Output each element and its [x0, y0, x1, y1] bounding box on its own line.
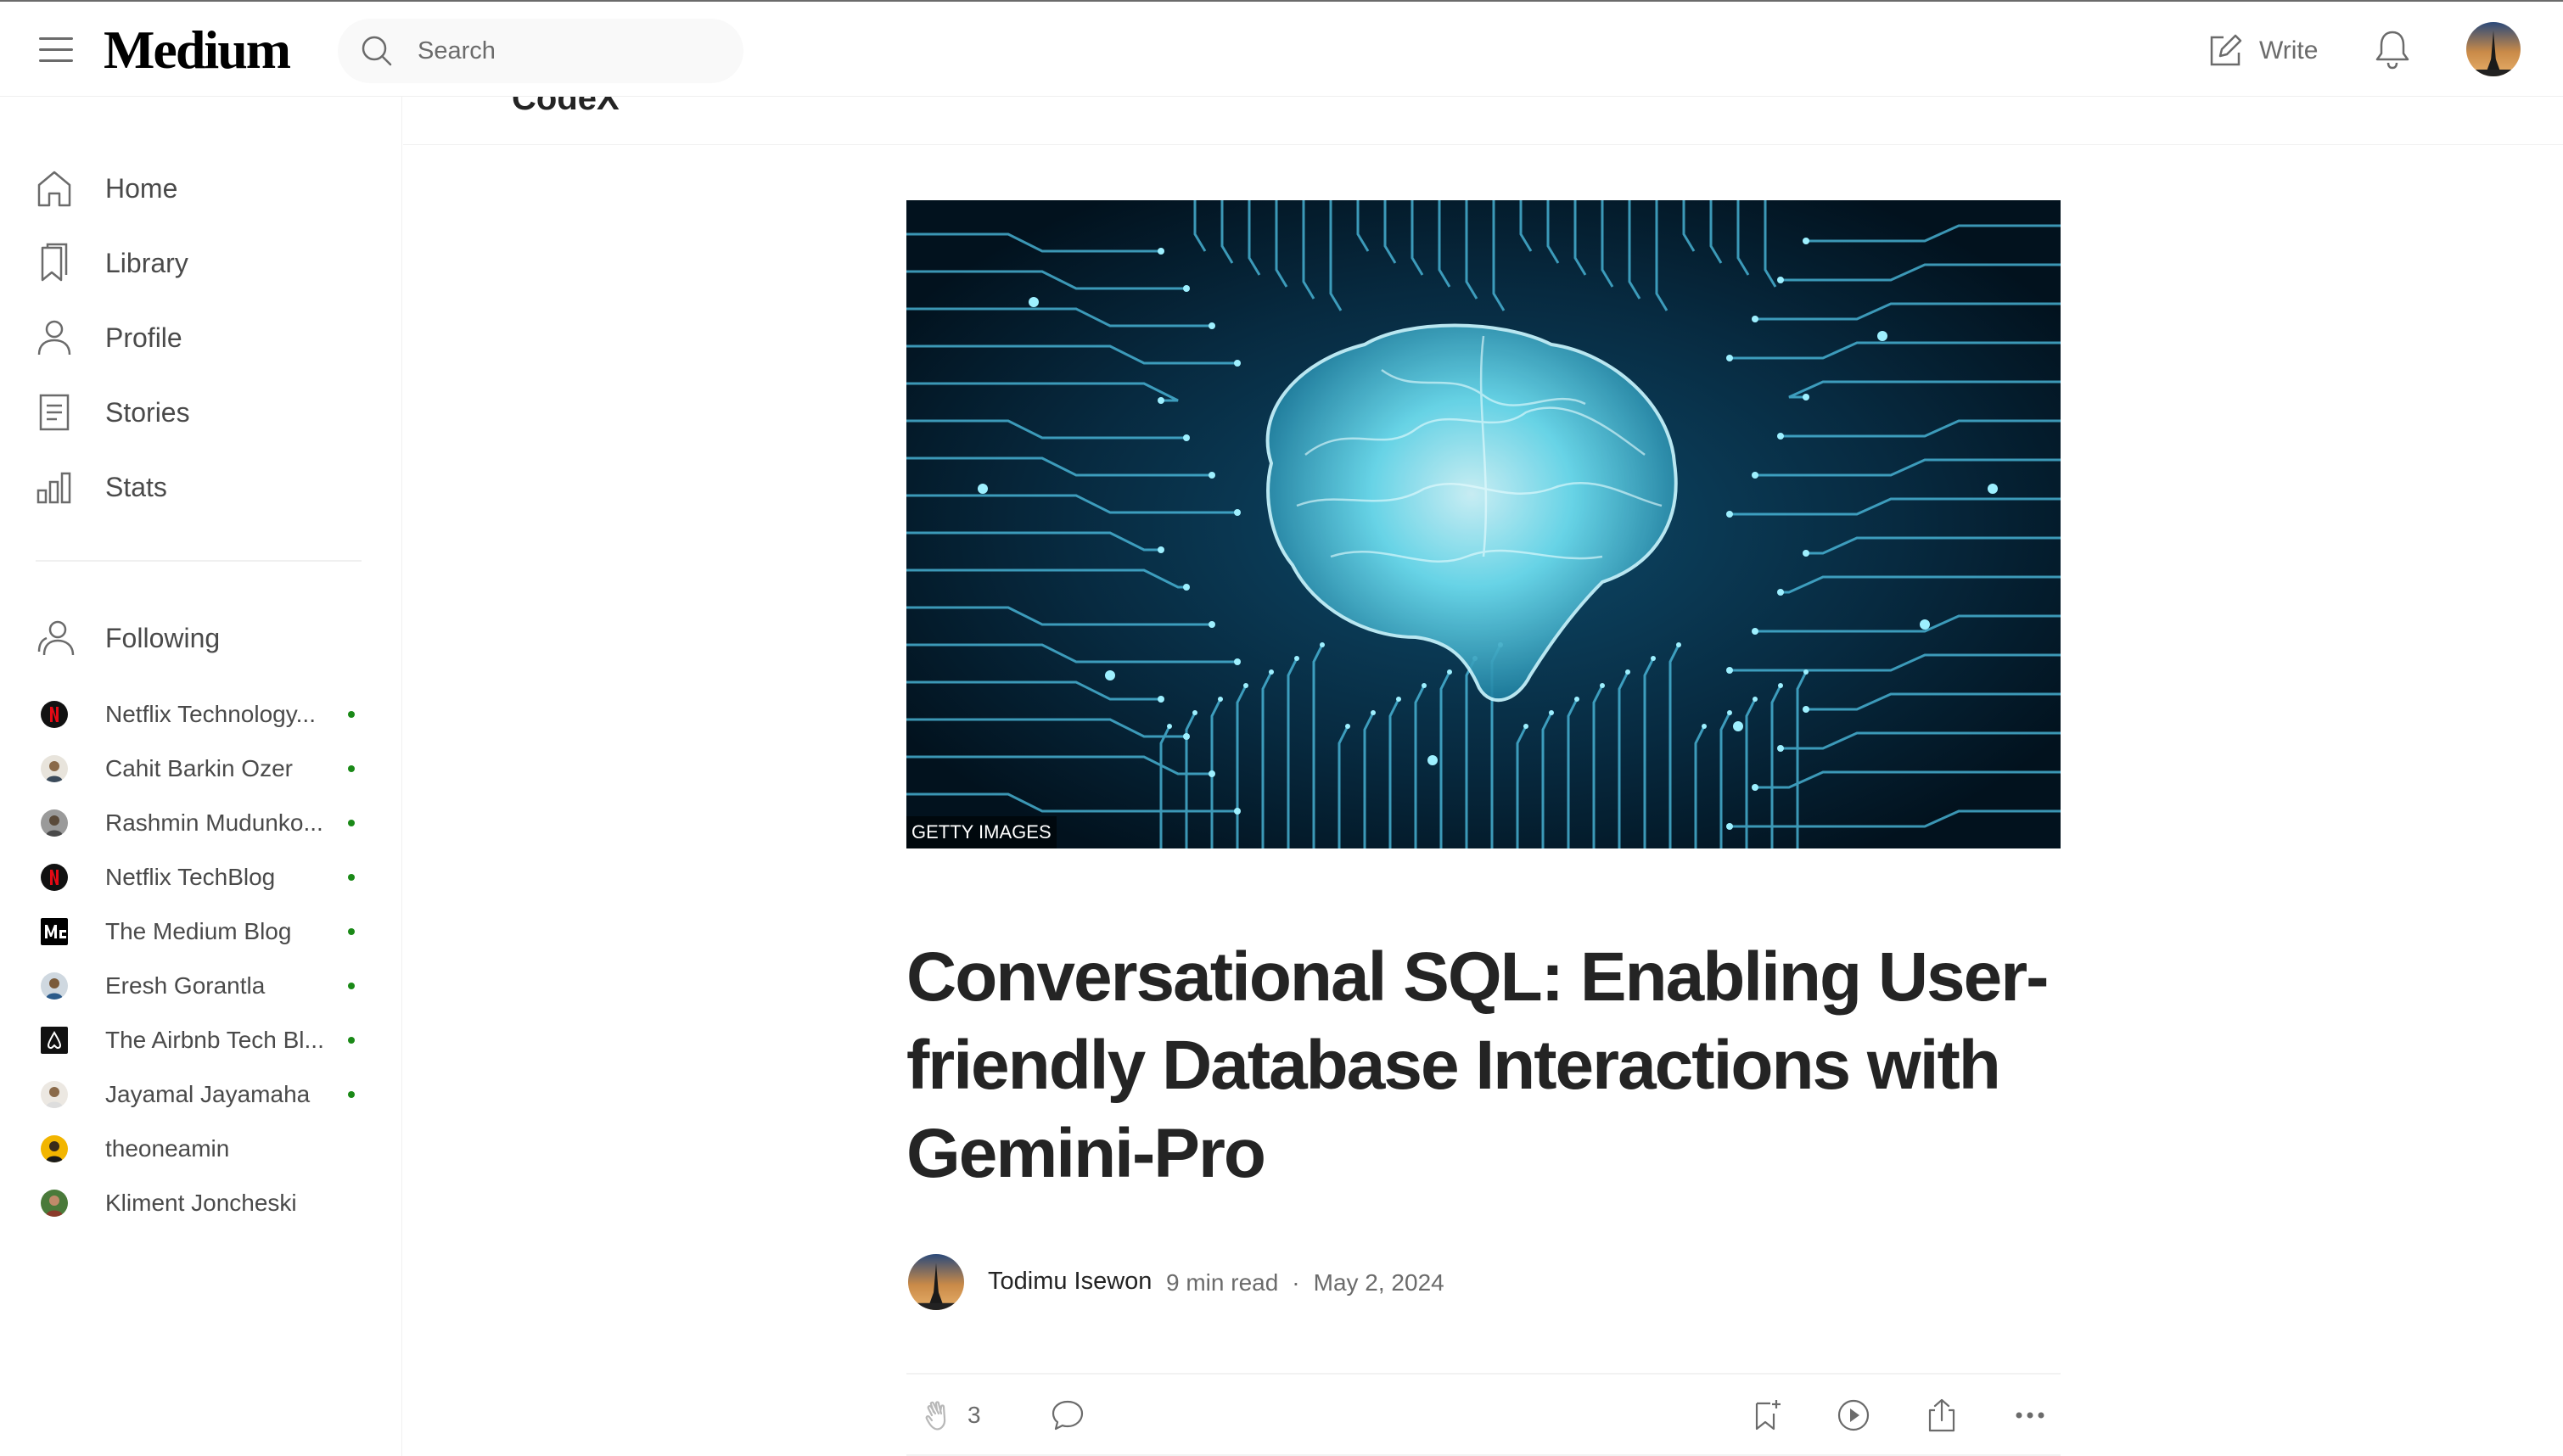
sidebar-item-label: Following	[105, 622, 221, 653]
search-placeholder: Search	[418, 37, 496, 64]
sidebar-item-profile[interactable]: Profile	[36, 312, 182, 363]
sidebar-item-library[interactable]: Library	[36, 238, 188, 288]
sidebar-item-stories[interactable]: Stories	[36, 387, 190, 438]
write-icon	[2210, 34, 2242, 66]
more-options-icon[interactable]	[2011, 1397, 2049, 1434]
bar-chart-icon	[36, 472, 71, 504]
following-item[interactable]: Kliment Joncheski	[41, 1186, 363, 1220]
avatar	[41, 809, 68, 837]
sidebar-item-stats[interactable]: Stats	[36, 462, 167, 512]
sidebar-item-label: Profile	[105, 322, 182, 353]
search-icon	[362, 36, 392, 66]
following-item[interactable]: Netflix Technology...	[41, 697, 363, 731]
new-story-dot	[348, 711, 355, 718]
following-item[interactable]: The Medium Blog	[41, 915, 363, 949]
listen-play-icon[interactable]	[1835, 1397, 1872, 1434]
search-input[interactable]: Search	[338, 19, 743, 83]
user-avatar[interactable]	[2466, 22, 2521, 76]
following-icon	[37, 620, 75, 656]
following-item[interactable]: Netflix TechBlog	[41, 860, 363, 894]
meta-separator: ·	[1292, 1269, 1300, 1296]
top-bar: Medium Search Write	[0, 0, 2563, 97]
following-name: Netflix TechBlog	[105, 864, 276, 890]
netflix-logo-icon	[41, 701, 68, 728]
medium-blog-logo-icon	[41, 918, 68, 945]
following-name: Cahit Barkin Ozer	[105, 755, 293, 781]
following-item[interactable]: theoneamin	[41, 1132, 363, 1166]
sidebar-item-label: Library	[105, 247, 188, 278]
following-item[interactable]: Jayamal Jayamaha	[41, 1078, 363, 1112]
clap-icon[interactable]	[922, 1397, 959, 1434]
following-name: Kliment Joncheski	[105, 1190, 297, 1216]
publication-header: CodeX	[403, 97, 2563, 145]
sidebar-item-label: Home	[105, 172, 178, 204]
new-story-dot	[348, 1037, 355, 1044]
article-byline: Todimu Isewon 9 min read · May 2, 2024	[908, 1254, 2096, 1312]
menu-icon[interactable]	[39, 37, 73, 64]
sidebar: Home Library Profile Stories Stats Follo…	[0, 97, 402, 1456]
publication-name[interactable]: CodeX	[512, 97, 620, 118]
home-icon	[37, 171, 71, 207]
new-story-dot	[348, 928, 355, 935]
avatar	[41, 755, 68, 782]
following-item[interactable]: Eresh Gorantla	[41, 969, 363, 1003]
following-item[interactable]: Cahit Barkin Ozer	[41, 752, 363, 786]
medium-logo[interactable]: Medium	[104, 19, 291, 81]
sidebar-item-following[interactable]: Following	[36, 613, 220, 664]
share-icon[interactable]	[1923, 1397, 1960, 1434]
new-story-dot	[348, 765, 355, 772]
clap-count: 3	[967, 1402, 981, 1428]
article-hero-image	[906, 200, 2061, 848]
user-icon	[37, 320, 71, 356]
netflix-logo-icon	[41, 864, 68, 891]
write-label: Write	[2259, 36, 2319, 64]
following-name: The Medium Blog	[105, 918, 292, 944]
read-time: 9 min read	[1166, 1269, 1279, 1296]
following-name: The Airbnb Tech Bl...	[105, 1027, 324, 1053]
avatar	[41, 972, 68, 1000]
sidebar-item-label: Stories	[105, 396, 190, 428]
article-title: Conversational SQL: Enabling User-friend…	[906, 938, 2049, 1192]
new-story-dot	[348, 874, 355, 881]
write-button[interactable]: Write	[2207, 27, 2318, 75]
bookmark-icon	[41, 243, 68, 282]
airbnb-logo-icon	[41, 1027, 68, 1054]
new-story-dot	[348, 820, 355, 826]
sidebar-item-label: Stats	[105, 471, 167, 502]
following-item[interactable]: Rashmin Mudunko...	[41, 806, 363, 840]
save-bookmark-icon[interactable]	[1748, 1397, 1786, 1434]
author-avatar[interactable]	[908, 1254, 964, 1310]
avatar	[41, 1135, 68, 1162]
avatar	[41, 1190, 68, 1217]
following-name: Jayamal Jayamaha	[105, 1081, 311, 1107]
following-name: Rashmin Mudunko...	[105, 809, 323, 836]
publish-date: May 2, 2024	[1313, 1269, 1444, 1296]
article-action-bar: 3	[906, 1373, 2061, 1456]
document-icon	[39, 394, 70, 431]
new-story-dot	[348, 1091, 355, 1098]
avatar	[41, 1081, 68, 1108]
following-name: theoneamin	[105, 1135, 230, 1162]
comment-icon[interactable]	[1049, 1397, 1086, 1434]
following-name: Eresh Gorantla	[105, 972, 266, 999]
image-credit: GETTY IMAGES	[906, 816, 1057, 848]
sidebar-item-home[interactable]: Home	[36, 163, 177, 214]
article-meta: 9 min read · May 2, 2024	[1166, 1269, 1444, 1296]
sidebar-divider	[36, 560, 362, 562]
new-story-dot	[348, 983, 355, 989]
author-name[interactable]: Todimu Isewon	[988, 1268, 1152, 1296]
following-item[interactable]: The Airbnb Tech Bl...	[41, 1023, 363, 1057]
following-name: Netflix Technology...	[105, 701, 316, 727]
notification-bell-icon[interactable]	[2372, 27, 2413, 71]
